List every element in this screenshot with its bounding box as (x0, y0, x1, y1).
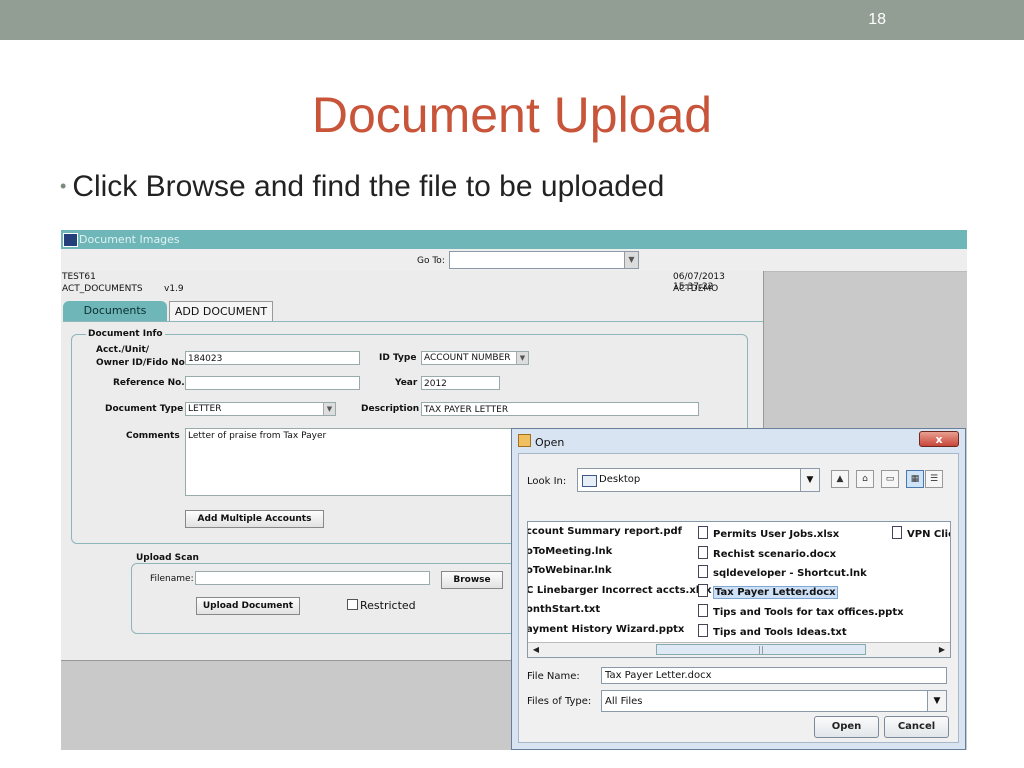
file-name-label: File Name: (527, 671, 580, 682)
look-in-label: Look In: (527, 476, 567, 487)
scroll-right-icon[interactable]: ▶ (936, 644, 948, 655)
file-item[interactable]: Permits User Jobs.xlsx (698, 526, 839, 540)
goto-label: Go To: (417, 256, 445, 266)
restricted-label: Restricted (360, 599, 416, 612)
file-item[interactable]: oToWebinar.lnk (528, 565, 612, 576)
app-window-icon (63, 233, 78, 247)
chevron-down-icon[interactable]: ▼ (927, 691, 946, 711)
files-of-type-select[interactable]: All Files ▼ (601, 690, 947, 712)
user-id: TEST61 (62, 272, 96, 282)
java-cup-icon (518, 434, 531, 447)
description-input[interactable]: TAX PAYER LETTER (421, 402, 699, 416)
document-type-value: LETTER (188, 404, 222, 414)
app-screenshot: Document Images Go To: ▼ TEST61 ACT_DOCU… (61, 230, 967, 750)
document-icon (698, 546, 708, 559)
reference-label: Reference No. (113, 378, 185, 388)
dialog-title: Open (518, 434, 564, 449)
id-type-select[interactable]: ACCOUNT NUMBER ▼ (421, 351, 529, 365)
horizontal-scrollbar[interactable]: ◀ || ▶ (528, 642, 950, 657)
upload-document-button[interactable]: Upload Document (196, 597, 300, 615)
file-item[interactable]: C Linebarger Incorrect accts.xlsx (528, 585, 712, 596)
module-version: v1.9 (164, 284, 184, 294)
file-name-input[interactable]: Tax Payer Letter.docx (601, 667, 947, 684)
bullet-dot-icon: • (60, 176, 67, 196)
file-item[interactable]: ccount Summary report.pdf (528, 526, 682, 537)
cancel-button[interactable]: Cancel (884, 716, 949, 738)
module-name: ACT_DOCUMENTS (62, 284, 143, 294)
document-icon (698, 624, 708, 637)
open-button[interactable]: Open (814, 716, 879, 738)
description-label: Description (361, 404, 420, 414)
details-view-icon[interactable]: ☰ (925, 470, 943, 488)
file-item[interactable]: Tips and Tools for tax offices.pptx (698, 604, 904, 618)
acct-input[interactable]: 184023 (185, 351, 360, 365)
document-icon (698, 604, 708, 617)
chevron-down-icon[interactable]: ▼ (323, 403, 335, 415)
open-dialog: Open x Look In: Desktop ▼ ▲ ⌂ ▭ ▦ ☰ ccou… (511, 428, 966, 750)
goto-select[interactable]: ▼ (449, 251, 639, 269)
file-name-value: Tax Payer Letter.docx (605, 670, 712, 681)
close-icon[interactable]: x (935, 433, 942, 446)
add-multiple-accounts-button[interactable]: Add Multiple Accounts (185, 510, 324, 528)
tab-add-document[interactable]: ADD DOCUMENT (169, 301, 273, 322)
acct-label-line2: Owner ID/Fido No. (96, 358, 189, 368)
slide-title: Document Upload (311, 87, 713, 143)
document-icon (698, 526, 708, 539)
close-button[interactable]: x (919, 431, 959, 447)
tab-documents[interactable]: Documents (63, 301, 167, 321)
file-item[interactable]: onthStart.txt (528, 604, 600, 615)
year-input[interactable]: 2012 (421, 376, 500, 390)
filename-label: Filename: (150, 574, 194, 584)
desktop-icon (582, 475, 597, 487)
upload-scan-label: Upload Scan (134, 553, 201, 563)
id-type-label: ID Type (379, 353, 417, 363)
bullet-text: Click Browse and find the file to be upl… (72, 170, 665, 203)
chevron-down-icon[interactable]: ▼ (624, 252, 638, 268)
file-item[interactable]: sqldeveloper - Shortcut.lnk (698, 565, 867, 579)
file-item[interactable]: Rechist scenario.docx (698, 546, 836, 560)
file-item[interactable]: VPN Clie (892, 526, 950, 540)
browse-button[interactable]: Browse (441, 571, 503, 589)
year-label: Year (395, 378, 418, 388)
document-icon (698, 565, 708, 578)
file-list: ccount Summary report.pdf oToMeeting.lnk… (527, 521, 951, 658)
new-folder-icon[interactable]: ▭ (881, 470, 899, 488)
dialog-title-text: Open (535, 436, 565, 449)
document-info-label: Document Info (86, 329, 165, 339)
look-in-value: Desktop (599, 474, 641, 485)
restricted-checkbox[interactable] (347, 599, 358, 610)
slide-number: 18 (868, 11, 886, 28)
reference-input[interactable] (185, 376, 360, 390)
list-view-icon[interactable]: ▦ (906, 470, 924, 488)
scroll-left-icon[interactable]: ◀ (530, 644, 542, 655)
file-item[interactable]: Tips and Tools Ideas.txt (698, 624, 847, 638)
files-of-type-label: Files of Type: (527, 696, 592, 707)
document-icon (892, 526, 902, 539)
scrollbar-thumb[interactable]: || (656, 644, 866, 655)
dialog-body: Look In: Desktop ▼ ▲ ⌂ ▭ ▦ ☰ ccount Summ… (518, 453, 959, 743)
comments-label: Comments (126, 431, 180, 441)
window-title-bar: Document Images (61, 230, 967, 249)
files-of-type-value: All Files (605, 696, 643, 707)
document-icon (698, 584, 708, 597)
chevron-down-icon[interactable]: ▼ (800, 469, 819, 491)
slide-bullet: • Click Browse and find the file to be up… (60, 170, 664, 204)
file-item[interactable]: oToMeeting.lnk (528, 546, 612, 557)
document-type-select[interactable]: LETTER ▼ (185, 402, 336, 416)
window-title: Document Images (79, 233, 180, 246)
file-item-selected[interactable]: Tax Payer Letter.docx (698, 584, 838, 599)
document-type-label: Document Type (105, 404, 184, 414)
chevron-down-icon[interactable]: ▼ (516, 352, 528, 364)
environment-name: ACTDEMO (673, 284, 719, 294)
goto-bar: Go To: ▼ (61, 249, 967, 272)
slide-top-bar: 18 (0, 0, 1024, 40)
look-in-combo[interactable]: Desktop ▼ (577, 468, 820, 492)
up-folder-icon[interactable]: ▲ (831, 470, 849, 488)
home-icon[interactable]: ⌂ (856, 470, 874, 488)
acct-label-line1: Acct./Unit/ (96, 345, 150, 355)
file-item[interactable]: ayment History Wizard.pptx (528, 624, 684, 635)
filename-input[interactable] (195, 571, 430, 585)
comments-textarea[interactable]: Letter of praise from Tax Payer (185, 428, 515, 496)
id-type-value: ACCOUNT NUMBER (424, 353, 511, 363)
